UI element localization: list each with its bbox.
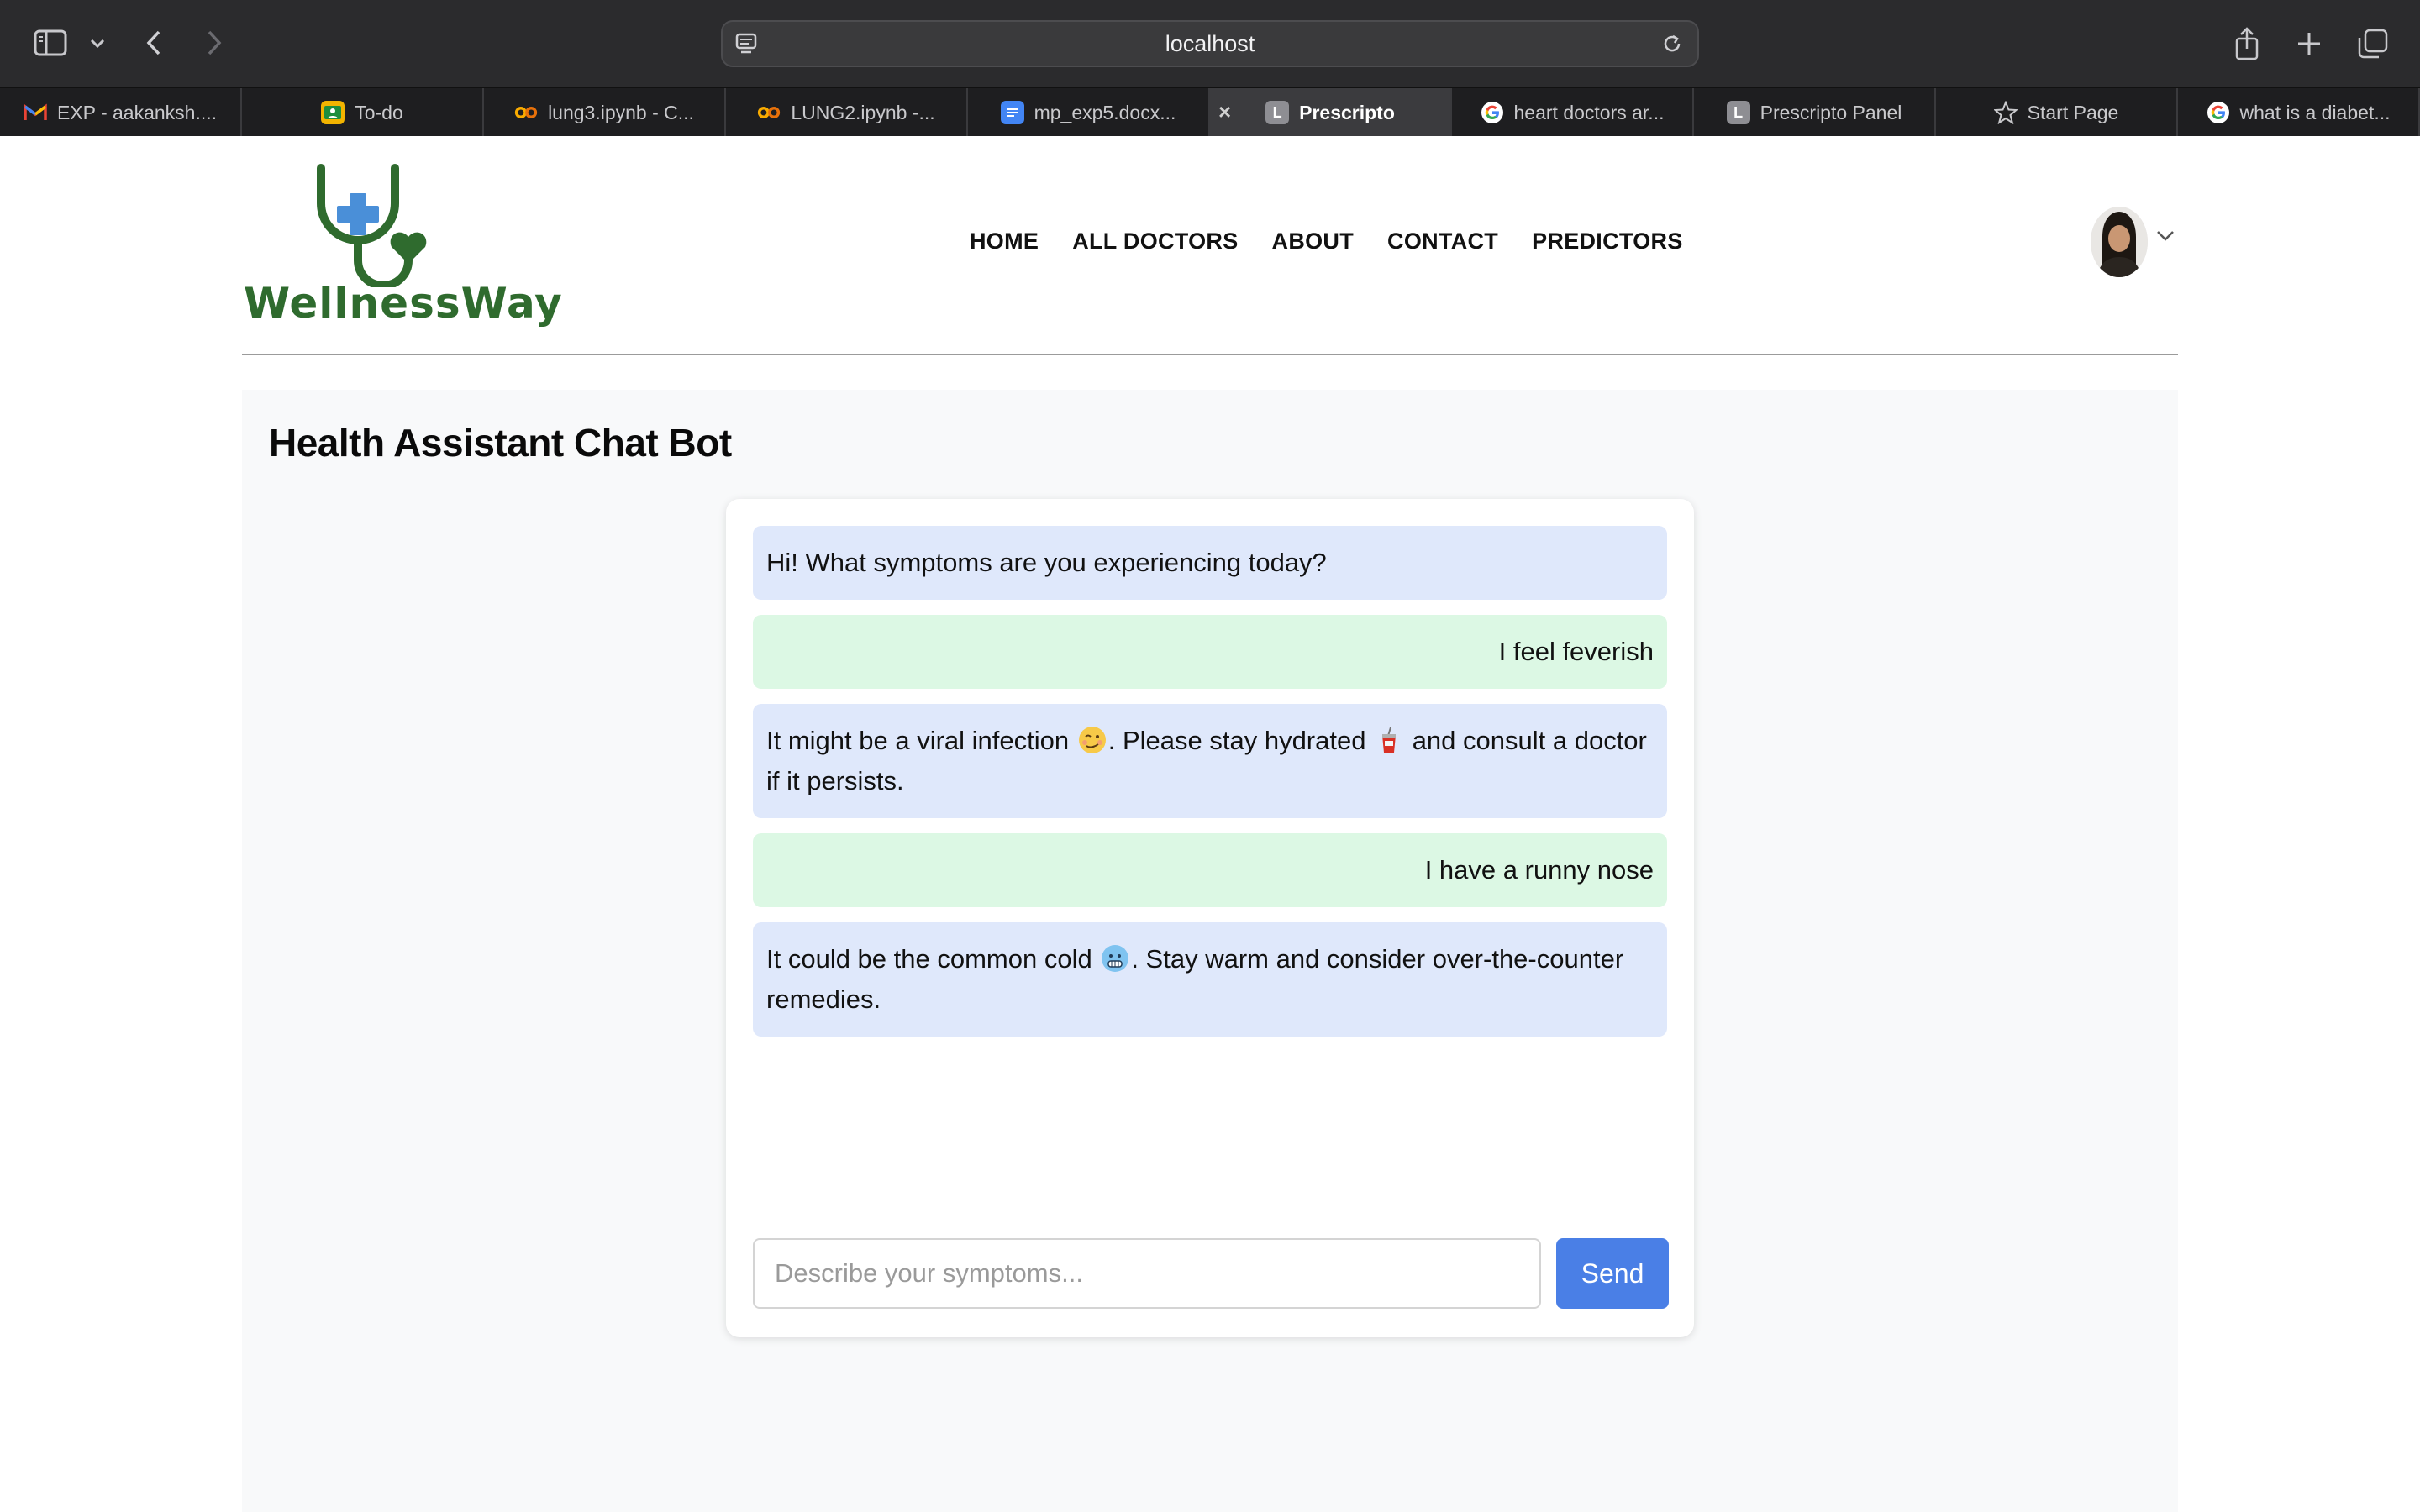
tab-label: what is a diabet...	[2239, 101, 2391, 123]
nav-about[interactable]: ABOUT	[1272, 228, 1355, 255]
reload-icon[interactable]	[1660, 32, 1684, 60]
address-bar[interactable]: localhost	[721, 20, 1699, 67]
message-text: . Please stay hydrated	[1107, 726, 1374, 755]
tab-label: mp_exp5.docx...	[1034, 101, 1176, 123]
site-navbar: WellnessWay HOME ALL DOCTORS ABOUT CONTA…	[242, 136, 2178, 355]
browser-tab[interactable]: L Prescripto Panel	[1694, 88, 1936, 137]
message-list: Hi! What symptoms are you experiencing t…	[753, 526, 1667, 1052]
bot-message: Hi! What symptoms are you experiencing t…	[753, 526, 1667, 600]
message-text: It could be the common cold	[766, 944, 1100, 974]
browser-tab-active[interactable]: × L Prescripto	[1210, 88, 1452, 137]
web-page: WellnessWay HOME ALL DOCTORS ABOUT CONTA…	[0, 136, 2420, 1512]
message-text: I have a runny nose	[1424, 855, 1654, 885]
new-tab-plus-icon[interactable]	[2292, 27, 2326, 60]
letter-l-icon: L	[1265, 101, 1290, 124]
tab-bar: EXP - aakanksh.... To-do lung3.ipynb - C…	[0, 87, 2420, 137]
browser-toolbar: localhost	[0, 0, 2420, 87]
address-text: localhost	[1165, 31, 1255, 56]
tab-label: Prescripto	[1299, 101, 1395, 123]
letter-l-icon: L	[1726, 101, 1750, 124]
browser-tab[interactable]: mp_exp5.docx...	[968, 88, 1210, 137]
user-message: I feel feverish	[753, 615, 1667, 689]
tab-overview-icon[interactable]	[2354, 25, 2391, 62]
woozy-face-emoji	[1078, 726, 1107, 754]
chat-card: Hi! What symptoms are you experiencing t…	[726, 499, 1694, 1337]
site-logo[interactable]: WellnessWay	[242, 161, 562, 328]
message-text: I feel feverish	[1498, 637, 1654, 666]
send-button[interactable]: Send	[1556, 1238, 1669, 1309]
tab-label: lung3.ipynb - C...	[548, 101, 694, 123]
chevron-down-icon[interactable]	[87, 34, 108, 54]
bot-message: It could be the common cold . Stay warm …	[753, 922, 1667, 1037]
cold-face-emoji	[1101, 944, 1129, 973]
classroom-icon	[321, 101, 345, 124]
symptom-input[interactable]	[753, 1238, 1541, 1309]
colab-icon	[514, 101, 538, 124]
nav-all-doctors[interactable]: ALL DOCTORS	[1072, 228, 1238, 255]
browser-tab[interactable]: To-do	[242, 88, 484, 137]
bot-message: It might be a viral infection . Please s…	[753, 704, 1667, 818]
browser-tab[interactable]: what is a diabet...	[2178, 88, 2420, 137]
share-icon[interactable]	[2230, 25, 2264, 62]
stethoscope-logo-icon	[317, 164, 427, 287]
gmail-icon	[24, 101, 47, 124]
sidebar-toggle-icon[interactable]	[32, 27, 69, 59]
docs-icon	[1000, 101, 1024, 124]
colab-icon	[757, 101, 781, 124]
tab-label: Prescripto Panel	[1760, 101, 1902, 123]
google-icon	[1481, 101, 1504, 124]
nav-contact[interactable]: CONTACT	[1387, 228, 1498, 255]
tab-label: heart doctors ar...	[1513, 101, 1665, 123]
tab-label: Start Page	[2027, 101, 2119, 123]
browser-tab[interactable]: heart doctors ar...	[1452, 88, 1694, 137]
tab-label: EXP - aakanksh....	[56, 101, 218, 123]
back-arrow-icon[interactable]	[139, 27, 168, 59]
message-text: It might be a viral infection	[766, 726, 1076, 755]
avatar[interactable]	[2091, 207, 2148, 277]
tab-label: LUNG2.ipynb -...	[791, 101, 935, 123]
close-tab-icon[interactable]: ×	[1218, 100, 1231, 123]
page-title: Health Assistant Chat Bot	[269, 421, 732, 465]
browser-tab[interactable]: LUNG2.ipynb -...	[726, 88, 968, 137]
browser-tab[interactable]: Start Page	[1936, 88, 2178, 137]
browser-tab[interactable]: lung3.ipynb - C...	[484, 88, 726, 137]
nav-home[interactable]: HOME	[970, 228, 1039, 255]
browser-tab[interactable]: EXP - aakanksh....	[0, 88, 242, 137]
chatbot-panel: Health Assistant Chat Bot Hi! What sympt…	[242, 390, 2178, 1512]
google-icon	[2207, 101, 2230, 124]
tab-label: To-do	[355, 101, 403, 123]
user-message: I have a runny nose	[753, 833, 1667, 907]
main-menu: HOME ALL DOCTORS ABOUT CONTACT PREDICTOR…	[970, 228, 1683, 255]
nav-predictors[interactable]: PREDICTORS	[1532, 228, 1683, 255]
logo-text: WellnessWay	[244, 279, 563, 328]
forward-arrow-icon[interactable]	[200, 27, 229, 59]
cup-with-straw-emoji	[1375, 726, 1403, 754]
chevron-down-icon[interactable]	[2156, 230, 2175, 246]
star-icon	[1993, 101, 2018, 124]
message-text: Hi! What symptoms are you experiencing t…	[766, 548, 1327, 577]
